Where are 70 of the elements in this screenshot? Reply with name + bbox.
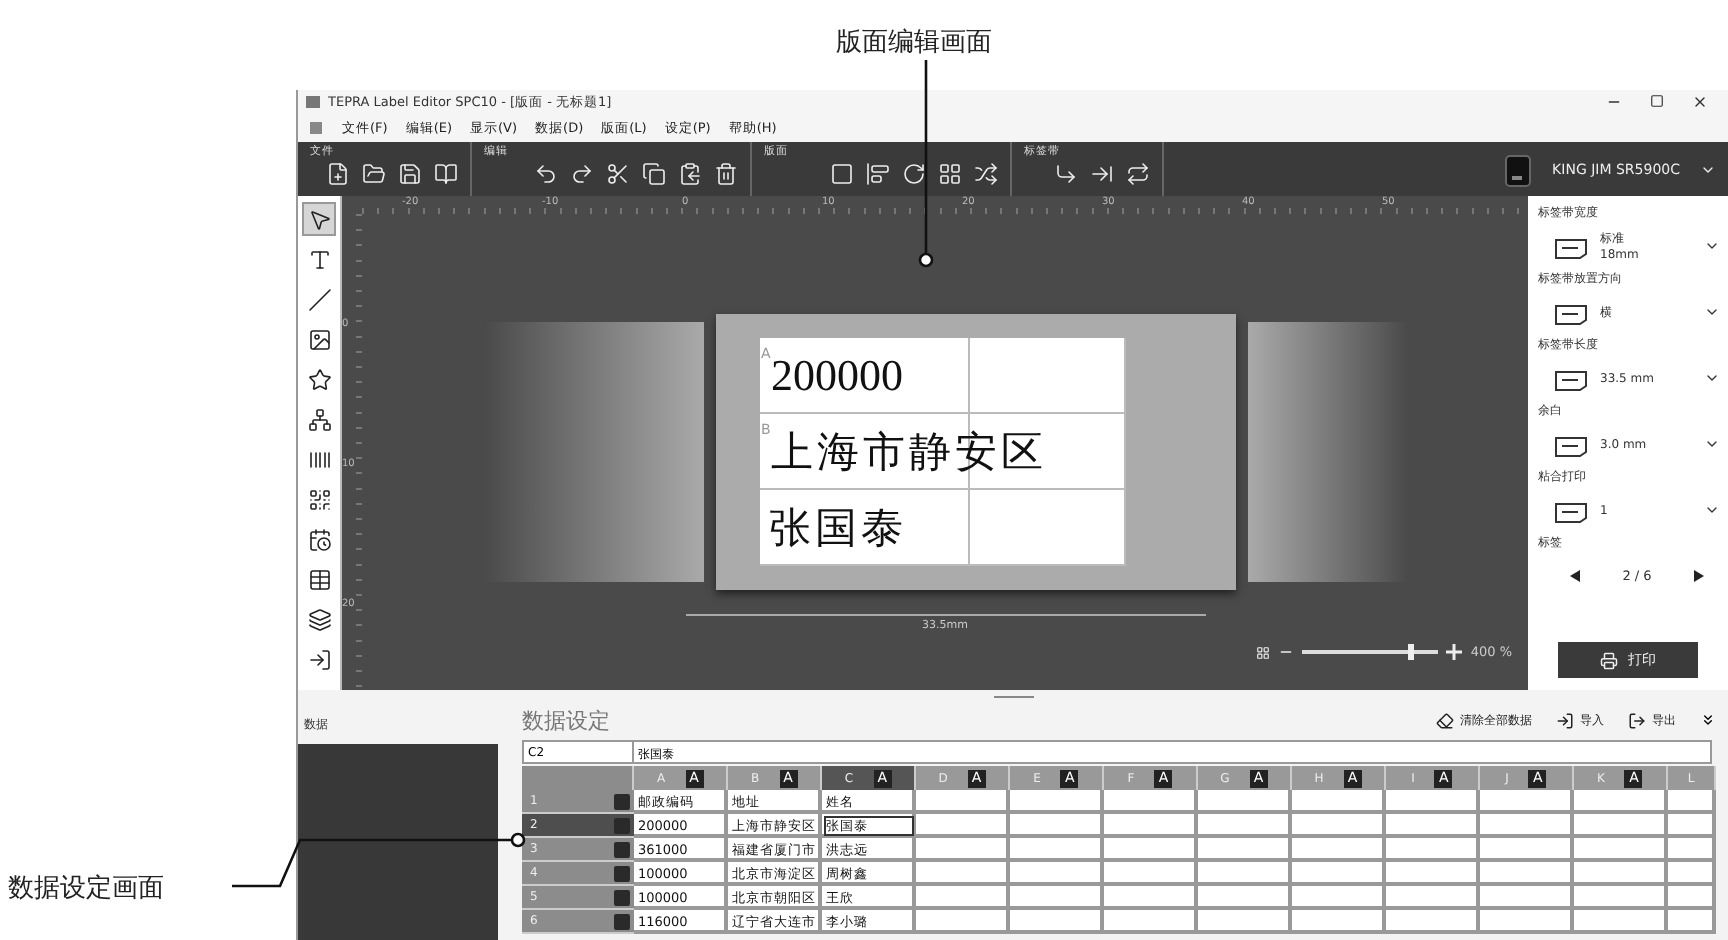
zoom-in-icon[interactable] (1446, 644, 1463, 660)
zoom-thumb[interactable] (1408, 644, 1415, 660)
layers-icon (307, 607, 331, 631)
clipart-icon (307, 367, 331, 391)
printer-device-icon (1504, 151, 1533, 187)
shuffle-icon[interactable] (974, 162, 998, 186)
close-icon[interactable] (1692, 94, 1708, 110)
splitter-handle[interactable] (993, 696, 1033, 698)
scissors-icon[interactable] (606, 162, 630, 186)
label-text[interactable]: 200000 (771, 349, 903, 401)
calendar-clock-icon (307, 527, 331, 551)
row-square-icon (614, 889, 630, 905)
import-icon (1556, 711, 1574, 729)
text-tool-icon (307, 247, 331, 271)
chevron-down-icon (1704, 238, 1720, 254)
frame-icon (307, 407, 331, 431)
callout-label: 版面编辑画面 (836, 26, 992, 56)
callout-label: 数据设定画面 (8, 872, 166, 902)
tape-setting-icon (1554, 497, 1590, 523)
copy-icon[interactable] (642, 162, 666, 186)
chevron-down-icon (1704, 436, 1720, 452)
export-icon (1628, 711, 1646, 729)
square-icon[interactable] (830, 162, 854, 186)
fit-icon[interactable] (1256, 645, 1271, 659)
arrow-icon[interactable] (1054, 162, 1078, 186)
row-square-icon (614, 793, 630, 809)
maximize-icon[interactable] (1650, 94, 1664, 108)
barcode-icon (307, 447, 331, 471)
qr-code-icon (307, 487, 331, 511)
image-tool-icon (307, 327, 331, 351)
arrow-to-line-icon[interactable] (1090, 162, 1114, 186)
import-icon (307, 647, 331, 671)
chevron-down-icon (1704, 370, 1720, 386)
label-text[interactable]: 张国泰 (769, 499, 907, 555)
tape-setting-icon (1554, 233, 1590, 259)
tape-setting-icon (1554, 431, 1590, 457)
label-text[interactable]: 上海市静安区 (770, 423, 1047, 479)
app-icon (306, 94, 322, 110)
next-icon[interactable] (1693, 570, 1704, 582)
row-square-icon (614, 841, 630, 857)
tool-button[interactable] (302, 202, 336, 236)
line-tool-icon (307, 287, 331, 311)
book-icon[interactable] (434, 162, 458, 186)
grid-icon[interactable] (938, 162, 962, 186)
chevron-down-icon (1704, 304, 1720, 320)
undo-icon[interactable] (534, 162, 558, 186)
more-icon[interactable] (1700, 711, 1716, 727)
printer-icon (1600, 651, 1618, 669)
chevron-down-icon (1704, 502, 1720, 518)
trash-icon[interactable] (714, 162, 738, 186)
table-icon (307, 567, 331, 591)
row-square-icon (614, 817, 630, 833)
duplicate-icon[interactable] (678, 162, 702, 186)
row-square-icon (614, 913, 630, 929)
open-folder-icon[interactable] (362, 162, 386, 186)
pointer-icon (307, 207, 331, 231)
previous-icon[interactable] (1570, 570, 1581, 582)
align-icon[interactable] (866, 162, 890, 186)
new-file-icon[interactable] (326, 162, 350, 186)
tape-setting-icon (1554, 299, 1590, 325)
repeat-icon[interactable] (1126, 162, 1150, 186)
data-title: 数据设定 (522, 705, 610, 735)
row-square-icon (614, 865, 630, 881)
tape-setting-icon (1554, 365, 1590, 391)
eraser-icon (1436, 711, 1454, 729)
grid-corner (522, 766, 634, 790)
quick-access-icon[interactable] (310, 121, 324, 135)
rotate-icon[interactable] (902, 162, 926, 186)
redo-icon[interactable] (570, 162, 594, 186)
save-icon[interactable] (398, 162, 422, 186)
